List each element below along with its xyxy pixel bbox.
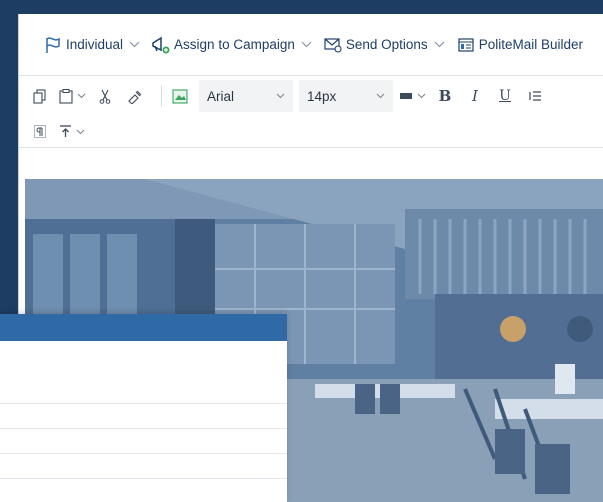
envelope-gear-icon [323,35,343,55]
individual-label: Individual [66,37,124,52]
panel-row [0,404,287,429]
paste-button[interactable] [59,83,86,109]
send-options-button[interactable]: Send Options [323,35,445,55]
italic-button[interactable]: I [464,83,486,109]
formatting-toolbar-row-2 [19,116,603,148]
assign-to-campaign-label: Assign to Campaign [174,37,295,52]
paste-icon [59,88,73,104]
chevron-down-icon [77,91,86,101]
builder-icon [456,35,476,55]
chevron-down-icon [76,127,85,137]
chevron-down-icon [129,41,140,48]
bullet-list-icon[interactable] [524,83,546,109]
font-size-value: 14px [307,88,337,104]
format-painter-icon[interactable] [124,83,146,109]
individual-button[interactable]: Individual [43,35,140,55]
font-family-value: Arial [207,88,235,104]
insert-image-icon[interactable] [169,83,191,109]
align-top-icon [60,125,71,137]
highlight-icon [400,93,412,99]
politemail-command-bar: Individual Assign to Campaign Send Optio… [19,14,603,76]
assign-to-campaign-button[interactable]: Assign to Campaign [151,35,312,55]
chevron-down-icon [434,41,445,48]
overlay-side-panel [0,314,287,502]
text-highlight-button[interactable] [399,83,426,109]
panel-header [0,314,287,341]
politemail-builder-button[interactable]: PoliteMail Builder [456,35,583,55]
font-size-select[interactable]: 14px [299,80,393,112]
politemail-builder-label: PoliteMail Builder [478,37,583,52]
flag-icon [43,35,63,55]
toolbar-divider [161,85,162,107]
chevron-down-icon [301,41,312,48]
chevron-down-icon [376,91,385,101]
megaphone-icon [151,35,171,55]
chevron-down-icon [417,91,426,101]
font-family-select[interactable]: Arial [199,80,293,112]
send-options-label: Send Options [345,37,428,52]
show-formatting-marks-icon[interactable] [29,119,51,145]
vertical-align-button[interactable] [59,119,85,145]
bold-button[interactable]: B [434,83,456,109]
panel-row [0,341,287,404]
copy-icon[interactable] [29,83,51,109]
panel-row [0,454,287,479]
cut-icon[interactable] [94,83,116,109]
panel-row [0,429,287,454]
chevron-down-icon [276,91,285,101]
formatting-toolbar: Arial 14px B I U [19,76,603,116]
underline-button[interactable]: U [494,83,516,109]
